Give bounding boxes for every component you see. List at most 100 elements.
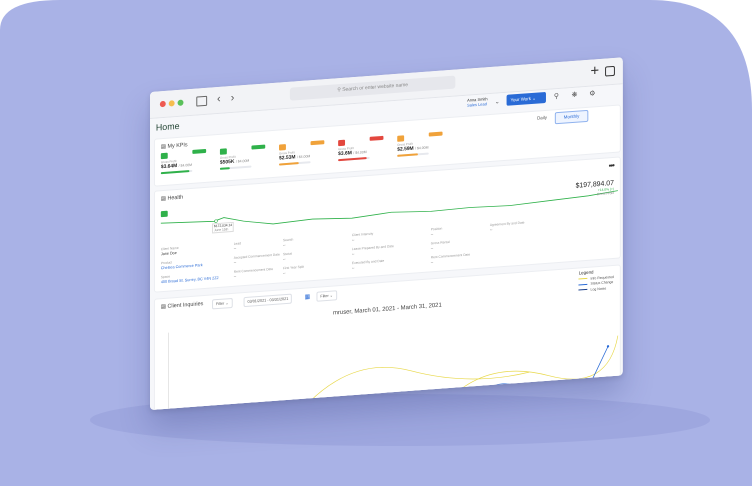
kpi-item[interactable]: Gross Profit $505K / $4.00M xyxy=(219,144,277,175)
tooltip-date: June 15th xyxy=(214,227,229,233)
health-field: First Year Split -- xyxy=(283,265,304,276)
date-range-value: 03/01/2021 - 03/31/2021 xyxy=(247,296,289,304)
health-field: Search -- xyxy=(283,237,293,247)
kpi-tag-icon xyxy=(160,152,168,160)
series-log-notes xyxy=(479,388,520,399)
filter-dropdown-2[interactable]: Filter ⌄ xyxy=(316,290,337,302)
kpi-target: / $4.00M xyxy=(296,154,311,160)
kpi-badge xyxy=(192,148,207,154)
health-field: Executed By and Date -- xyxy=(352,259,384,270)
sidebar-toggle-icon[interactable] xyxy=(196,95,208,107)
field-label: Position xyxy=(430,226,443,232)
kpi-progress-bar xyxy=(219,165,252,170)
field-value: -- xyxy=(351,237,355,243)
field-value: -- xyxy=(430,232,434,237)
legend-swatch xyxy=(578,283,588,286)
kpis-title-text: My KPIs xyxy=(167,142,188,150)
kpi-item[interactable]: Gross Profit $3.64M / $4.00M xyxy=(160,148,218,179)
maximize-window-button[interactable] xyxy=(177,99,184,106)
calendar-icon[interactable]: ▦ xyxy=(305,293,311,300)
toggle-daily[interactable]: Daily xyxy=(531,112,553,124)
kpi-value-text: $3.6M xyxy=(338,150,352,158)
kpi-tag-icon xyxy=(397,135,405,142)
kpi-value-text: $2.53M xyxy=(279,154,296,162)
kpis-title: ▤ My KPIs xyxy=(160,142,188,151)
series-point xyxy=(606,345,610,348)
address-bar[interactable]: ⚲ Search or enter website name xyxy=(289,75,456,101)
address-placeholder: Search or enter website name xyxy=(342,82,408,93)
health-field: Client Name Jane Doe xyxy=(161,246,179,256)
search-icon[interactable]: ⚲ xyxy=(554,92,559,100)
field-value: -- xyxy=(282,243,286,248)
kpi-value: $2.53M / $4.00M xyxy=(279,153,310,161)
kpi-item[interactable]: Gross Profit $3.6M / $4.00M xyxy=(338,135,395,166)
health-field: Agreement By and Date -- xyxy=(490,220,525,232)
minimize-window-button[interactable] xyxy=(168,100,175,107)
field-value: -- xyxy=(282,257,286,262)
series-status-change xyxy=(469,383,530,399)
inquiries-title-text: Client Inquiries xyxy=(167,301,204,310)
health-field: Rent Commencement Date -- xyxy=(234,267,273,279)
kpi-target: / $4.00M xyxy=(353,150,367,156)
kpi-progress-fill xyxy=(397,153,418,157)
series-status-change-2 xyxy=(587,346,609,388)
notifications-icon[interactable]: ❋ xyxy=(572,91,578,99)
kpi-progress-bar xyxy=(397,152,429,157)
filter-2-label: Filter xyxy=(320,293,329,299)
toggle-monthly[interactable]: Monthly xyxy=(554,109,589,125)
kpi-item[interactable]: Gross Profit $2.59M / $4.00M xyxy=(397,131,454,162)
kpi-badge xyxy=(310,140,325,146)
user-menu[interactable]: Anna Smith Sales Lead xyxy=(467,96,487,107)
your-work-button[interactable]: Your Work ⌄ xyxy=(506,91,546,106)
close-window-button[interactable] xyxy=(159,100,166,108)
kpi-tag-icon xyxy=(279,144,286,151)
date-range-input[interactable]: 03/01/2021 - 03/31/2021 xyxy=(243,293,293,308)
kpi-progress-fill xyxy=(160,170,190,175)
kpi-target: / $4.00M xyxy=(235,158,250,164)
forward-arrow-icon[interactable]: › xyxy=(231,92,235,104)
legend-swatch xyxy=(578,288,588,291)
kpi-value: $3.64M / $4.00M xyxy=(161,162,192,170)
filter-dropdown-1[interactable]: Filter ⌄ xyxy=(212,297,233,310)
health-field: Status -- xyxy=(283,252,292,262)
browser-window: ‹ › ⚲ Search or enter website name + Hom… xyxy=(150,57,623,411)
health-field: Product Chelsea Commerce Park xyxy=(161,258,203,270)
health-tooltip: $172,034.14 June 15th xyxy=(212,221,235,234)
kpi-value-text: $3.64M xyxy=(160,162,178,171)
app-content: Home Anna Smith Sales Lead ⌄ Your Work ⌄… xyxy=(150,84,623,411)
field-value: -- xyxy=(430,246,434,251)
kpi-value: $3.6M / $4.00M xyxy=(338,149,366,157)
kpi-tag-icon xyxy=(219,148,227,155)
user-role: Sales Lead xyxy=(467,101,487,108)
chevron-down-icon[interactable]: ⌄ xyxy=(495,98,500,105)
inquiries-chart xyxy=(168,332,619,411)
health-field: Lead -- xyxy=(234,241,241,251)
health-field: Lease Prepared By and Date -- xyxy=(352,244,394,256)
health-field: Rent Commencement Date -- xyxy=(431,252,470,264)
health-line-chart xyxy=(160,190,618,225)
kpi-progress-bar xyxy=(338,156,370,162)
kpi-progress-fill xyxy=(219,167,230,170)
filter-1-label: Filter xyxy=(215,301,225,307)
kpi-progress-fill xyxy=(279,162,299,166)
health-summary: $197,894.07 +14.0% (+) Gross Profit xyxy=(576,180,614,198)
legend-items: Info Requested Status Change Log Notes xyxy=(578,274,614,292)
more-options-icon[interactable]: ••• xyxy=(609,161,614,170)
page-title: Home xyxy=(155,120,180,133)
tab-overview-icon[interactable] xyxy=(605,65,615,77)
kpi-target: / $4.00M xyxy=(178,162,193,168)
kpi-badge xyxy=(369,135,384,141)
kpi-value-text: $505K xyxy=(219,158,235,166)
kpi-item[interactable]: Gross Profit $2.53M / $4.00M xyxy=(279,140,336,170)
kpi-progress-fill xyxy=(338,157,367,162)
gear-icon[interactable]: ⚙ xyxy=(589,89,595,97)
kpi-badge xyxy=(428,131,443,137)
kpi-value: $505K / $4.00M xyxy=(220,158,249,166)
series-info-requested xyxy=(302,366,530,410)
kpi-progress-bar xyxy=(160,169,193,175)
kpi-badge xyxy=(251,144,266,150)
back-arrow-icon[interactable]: ‹ xyxy=(217,93,221,105)
kpi-value: $2.59M / $4.00M xyxy=(397,145,428,153)
kpi-tag-icon xyxy=(338,139,346,147)
new-tab-button[interactable]: + xyxy=(591,62,600,80)
